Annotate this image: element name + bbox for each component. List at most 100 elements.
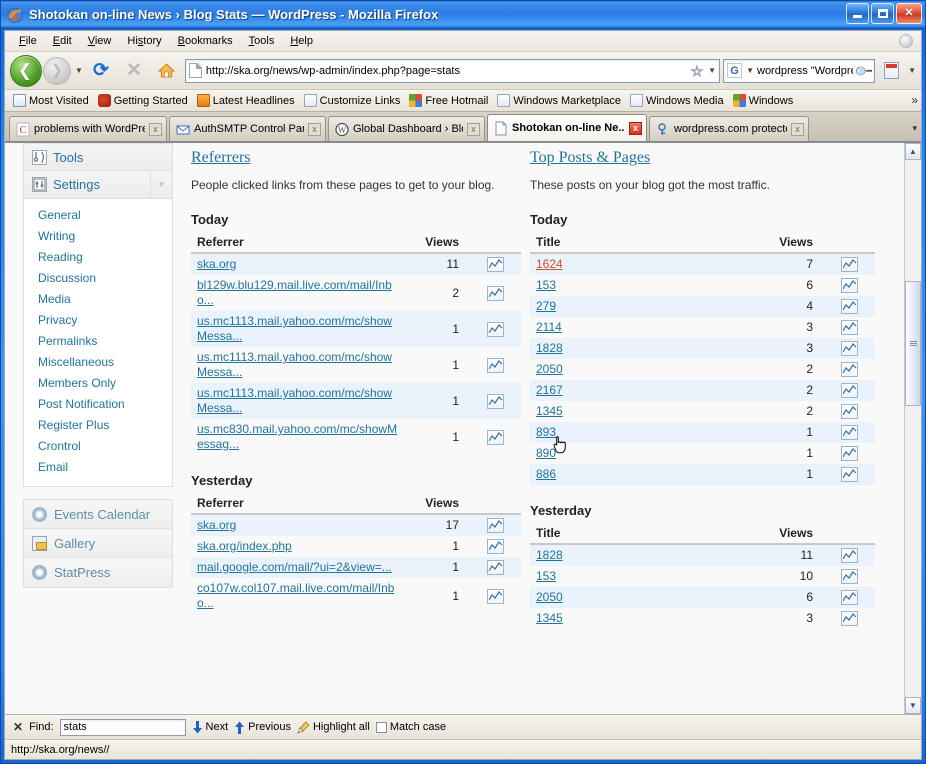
find-input[interactable]: stats: [59, 718, 186, 736]
menu-edit[interactable]: Edit: [45, 33, 80, 49]
chart-icon[interactable]: [486, 257, 504, 273]
search-input[interactable]: wordpress "Wordpress.: [757, 65, 853, 77]
chart-cell[interactable]: [823, 317, 875, 338]
chart-icon[interactable]: [840, 362, 858, 378]
find-previous-button[interactable]: Previous: [234, 721, 291, 734]
back-button[interactable]: ❮: [10, 54, 42, 87]
addon-status-icon[interactable]: [899, 34, 913, 48]
search-engine-dropdown-icon[interactable]: ▼: [746, 66, 754, 75]
post-link[interactable]: 1345: [536, 611, 563, 625]
tab-close-icon[interactable]: x: [467, 122, 480, 136]
sidebar-subitem-general[interactable]: General: [24, 205, 172, 226]
chart-cell[interactable]: [823, 275, 875, 296]
tab-list-dropdown-icon[interactable]: ▾: [912, 123, 917, 134]
chart-cell[interactable]: [469, 311, 521, 347]
chart-icon[interactable]: [486, 285, 504, 301]
post-link[interactable]: 1624: [536, 257, 563, 271]
forward-button[interactable]: ❯: [43, 56, 71, 85]
post-link[interactable]: 2114: [536, 320, 562, 334]
sidebar-subitem-privacy[interactable]: Privacy: [24, 310, 172, 331]
bookmark-customize-links[interactable]: Customize Links: [300, 93, 405, 108]
sidebar-item-statpress[interactable]: StatPress: [24, 558, 172, 587]
menu-bookmarks[interactable]: Bookmarks: [170, 33, 241, 49]
chart-icon[interactable]: [840, 341, 858, 357]
referrer-link[interactable]: us.mc1113.mail.yahoo.com/mc/showMessa...: [197, 350, 392, 379]
bookmark-windows[interactable]: Windows: [729, 93, 798, 108]
tab-close-icon[interactable]: x: [629, 121, 642, 135]
chart-icon[interactable]: [840, 320, 858, 336]
referrer-link[interactable]: us.mc1113.mail.yahoo.com/mc/showMessa...: [197, 314, 392, 343]
chart-cell[interactable]: [469, 383, 521, 419]
bookmarks-overflow-icon[interactable]: »: [911, 93, 918, 107]
top-posts-heading[interactable]: Top Posts & Pages: [530, 143, 875, 167]
chart-cell[interactable]: [823, 566, 875, 587]
chart-icon[interactable]: [840, 299, 858, 315]
url-text[interactable]: http://ska.org/news/wp-admin/index.php?p…: [206, 65, 687, 77]
google-icon[interactable]: G: [727, 63, 743, 78]
chart-icon[interactable]: [486, 357, 504, 373]
chart-cell[interactable]: [469, 578, 521, 614]
chevron-down-icon[interactable]: ▼: [150, 171, 172, 198]
chart-icon[interactable]: [486, 321, 504, 337]
menu-file[interactable]: File: [11, 33, 45, 49]
sidebar-subitem-crontrol[interactable]: Crontrol: [24, 436, 172, 457]
post-link[interactable]: 1828: [536, 341, 563, 355]
referrer-link[interactable]: bl129w.blu129.mail.live.com/mail/Inbo...: [197, 278, 392, 307]
post-link[interactable]: 890: [536, 446, 556, 460]
sidebar-item-settings[interactable]: Settings ▼: [24, 171, 172, 199]
chart-icon[interactable]: [486, 539, 504, 555]
sidebar-item-gallery[interactable]: Gallery: [24, 529, 172, 558]
sidebar-subitem-post-notification[interactable]: Post Notification: [24, 394, 172, 415]
scroll-down-button[interactable]: ▼: [905, 697, 921, 714]
chart-cell[interactable]: [823, 587, 875, 608]
post-link[interactable]: 1345: [536, 404, 563, 418]
sidebar-subitem-media[interactable]: Media: [24, 289, 172, 310]
chart-cell[interactable]: [823, 422, 875, 443]
stop-button[interactable]: ✕: [119, 56, 149, 86]
chart-icon[interactable]: [486, 429, 504, 445]
chart-cell[interactable]: [823, 544, 875, 566]
urlbar-dropdown-icon[interactable]: ▼: [708, 66, 716, 75]
tab-close-icon[interactable]: x: [149, 122, 162, 136]
referrer-link[interactable]: us.mc1113.mail.yahoo.com/mc/showMessa...: [197, 386, 392, 415]
chart-icon[interactable]: [840, 569, 858, 585]
find-next-button[interactable]: Next: [192, 720, 228, 734]
sidebar-item-events-calendar[interactable]: Events Calendar: [24, 500, 172, 529]
referrers-heading[interactable]: Referrers: [191, 143, 521, 167]
referrer-link[interactable]: us.mc830.mail.yahoo.com/mc/showMessag...: [197, 422, 397, 451]
menu-help[interactable]: Help: [282, 33, 321, 49]
chart-icon[interactable]: [840, 425, 858, 441]
chart-icon[interactable]: [486, 393, 504, 409]
tab-close-icon[interactable]: x: [308, 122, 321, 136]
chart-cell[interactable]: [823, 253, 875, 275]
history-dropdown-icon[interactable]: ▼: [75, 66, 83, 75]
bookmark-free-hotmail[interactable]: Free Hotmail: [405, 93, 492, 108]
chart-icon[interactable]: [486, 518, 504, 534]
chart-icon[interactable]: [840, 383, 858, 399]
search-icon[interactable]: 🔍: [853, 60, 873, 80]
chart-cell[interactable]: [823, 443, 875, 464]
chart-icon[interactable]: [486, 588, 504, 604]
chart-cell[interactable]: [469, 347, 521, 383]
post-link[interactable]: 2050: [536, 362, 563, 376]
sidebar-subitem-writing[interactable]: Writing: [24, 226, 172, 247]
tab-shotokan-on-line-news[interactable]: Shotokan on-line Ne... x: [487, 114, 647, 141]
chart-cell[interactable]: [469, 253, 521, 275]
page-scrollbar[interactable]: ▲ ▼: [904, 143, 921, 714]
chart-cell[interactable]: [469, 275, 521, 311]
bookmark-most-visited[interactable]: Most Visited: [9, 93, 93, 108]
close-button[interactable]: ✕: [896, 3, 922, 24]
search-bar[interactable]: G ▼ wordpress "Wordpress. 🔍: [723, 58, 876, 83]
tab-global-dashboard[interactable]: W Global Dashboard › Blog ... x: [328, 116, 485, 141]
chart-cell[interactable]: [469, 419, 521, 455]
highlight-all-button[interactable]: Highlight all: [297, 720, 370, 734]
toolbar-overflow-icon[interactable]: ▼: [908, 66, 916, 75]
chart-icon[interactable]: [840, 404, 858, 420]
post-link[interactable]: 153: [536, 569, 556, 583]
chart-cell[interactable]: [469, 557, 521, 578]
menu-tools[interactable]: Tools: [241, 33, 283, 49]
sidebar-subitem-discussion[interactable]: Discussion: [24, 268, 172, 289]
sidebar-subitem-miscellaneous[interactable]: Miscellaneous: [24, 352, 172, 373]
tab-close-icon[interactable]: x: [791, 122, 804, 136]
post-link[interactable]: 893: [536, 425, 556, 439]
